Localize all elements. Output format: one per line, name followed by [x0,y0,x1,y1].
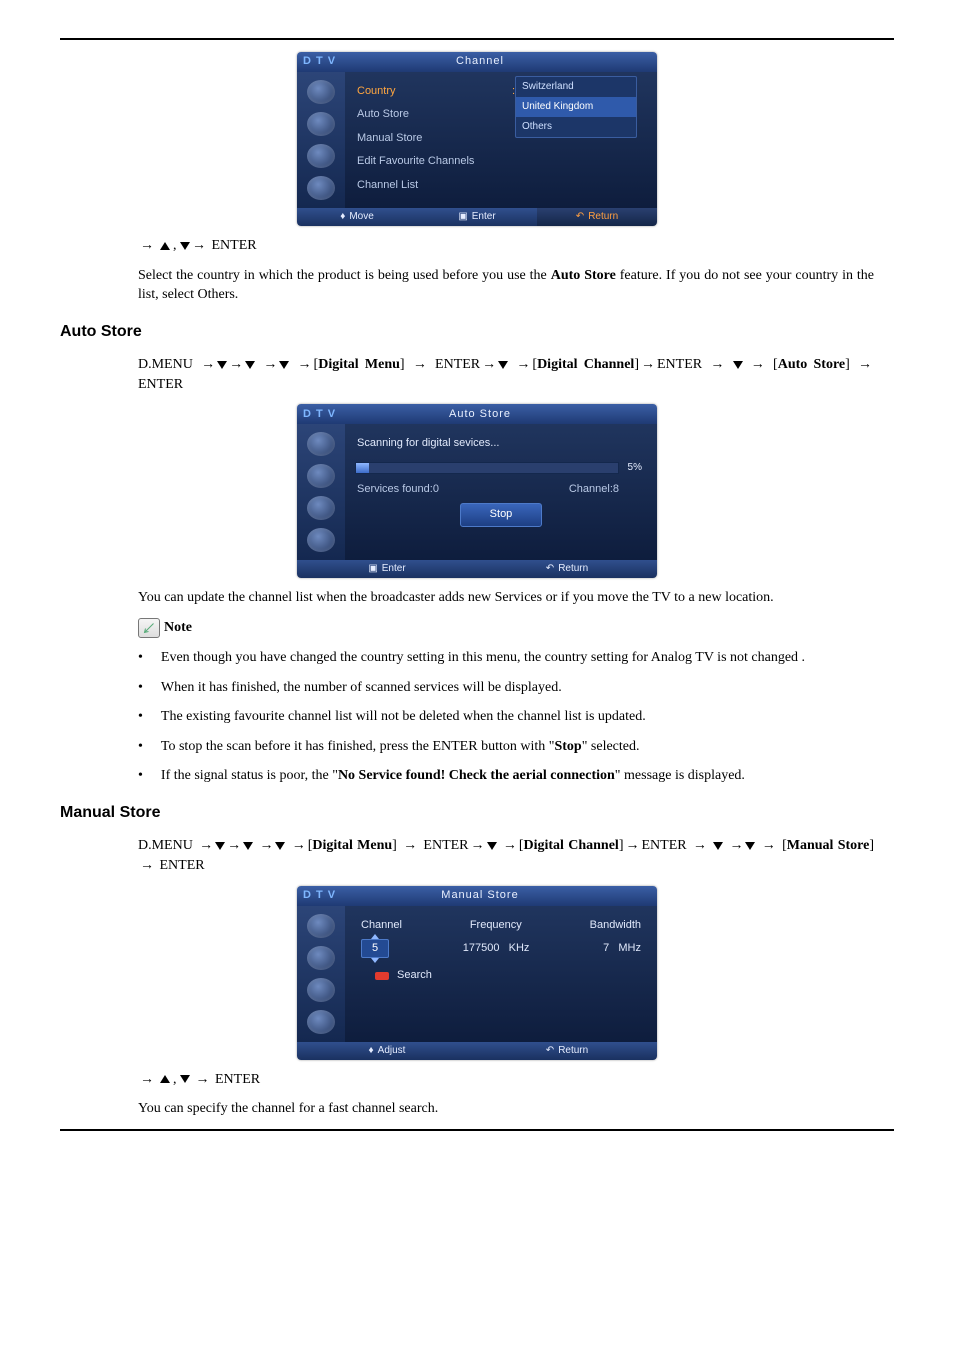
heading-auto-store: Auto Store [60,321,894,343]
footer-return: ↶Return [477,560,657,578]
osd-tag: D T V [297,888,351,903]
channel-value[interactable]: 5 [361,939,389,958]
note-row: Note [138,618,874,638]
osd-tag: D T V [297,407,351,422]
search-label[interactable]: Search [397,968,432,983]
side-icon [307,176,335,200]
osd-channel-menu: D T V Channel Country : Auto Store Manua… [297,52,657,226]
footer-return: ↶Return [477,1042,657,1060]
side-icon [307,464,335,488]
menu-item-channel-list[interactable]: Channel List [355,174,647,197]
menu-label: Country [357,85,396,97]
bullet-item: The existing favourite channel list will… [161,707,646,727]
down-arrow-icon [180,242,190,250]
side-icon [307,432,335,456]
menu-item-edit-fav[interactable]: Edit Favourite Channels [355,150,647,173]
note-icon [138,618,160,638]
nav-sequence: → , → ENTER [138,236,874,256]
heading-manual-store: Manual Store [60,802,894,824]
footer-adjust: ♦Adjust [297,1042,477,1060]
bullet-item: If the signal status is poor, the "No Se… [161,766,745,786]
up-arrow-icon [160,242,170,250]
scanning-label: Scanning for digital sevices... [355,432,647,455]
manual-headers: Channel Frequency Bandwidth [355,914,647,935]
osd-tag: D T V [297,54,351,69]
frequency-value: 177500 [463,942,500,954]
footer-return: ↶Return [537,208,657,226]
progress-percent: 5% [628,461,642,475]
country-dropdown[interactable]: Switzerland United Kingdom Others [515,76,637,138]
menu-path: D.MENU →→ → →[Digital Menu] → ENTER→ →[D… [138,355,874,394]
osd-auto-store: D T V Auto Store Scanning for digital se… [297,404,657,578]
footer-enter: ▣Enter [417,208,537,226]
channel-count: Channel:8 [569,482,619,497]
osd-title: Auto Store [351,407,657,422]
side-icon [307,1010,335,1034]
services-found: Services found:0 [357,482,439,497]
bullet-item: When it has finished, the number of scan… [161,678,562,698]
menu-path: D.MENU →→ → →[Digital Menu] → ENTER→ →[D… [138,836,874,875]
side-icon [307,496,335,520]
dd-item[interactable]: Others [516,117,636,137]
side-icon [307,528,335,552]
note-label: Note [164,618,192,638]
progress-bar: 5% [355,462,619,474]
bullet-list: •Even though you have changed the countr… [138,648,874,786]
side-icon [307,946,335,970]
bottom-rule [60,1129,894,1131]
osd-manual-store: D T V Manual Store Channel Frequency Ban… [297,886,657,1060]
side-icon [307,978,335,1002]
bullet-item: To stop the scan before it has finished,… [161,737,640,757]
dd-item[interactable]: Switzerland [516,77,636,97]
paragraph: You can specify the channel for a fast c… [138,1099,874,1119]
bullet-item: Even though you have changed the country… [161,648,805,668]
footer-move: ♦Move [297,208,417,226]
side-icon [307,112,335,136]
frequency-unit: KHz [509,942,530,954]
side-icon [307,144,335,168]
down-arrow-icon [180,1075,190,1083]
osd-title: Manual Store [351,888,657,903]
dd-item[interactable]: United Kingdom [516,97,636,117]
paragraph: You can update the channel list when the… [138,588,874,608]
red-button-icon [375,972,389,980]
bandwidth-value: 7 [603,942,609,954]
bandwidth-unit: MHz [618,942,641,954]
side-icon [307,914,335,938]
stop-button[interactable]: Stop [460,503,542,526]
footer-enter: ▣Enter [297,560,477,578]
top-rule [60,38,894,40]
nav-sequence: → , → ENTER [138,1070,874,1090]
side-icon [307,80,335,104]
up-arrow-icon [160,1075,170,1083]
paragraph: Select the country in which the product … [138,266,874,305]
osd-title: Channel [351,54,657,69]
